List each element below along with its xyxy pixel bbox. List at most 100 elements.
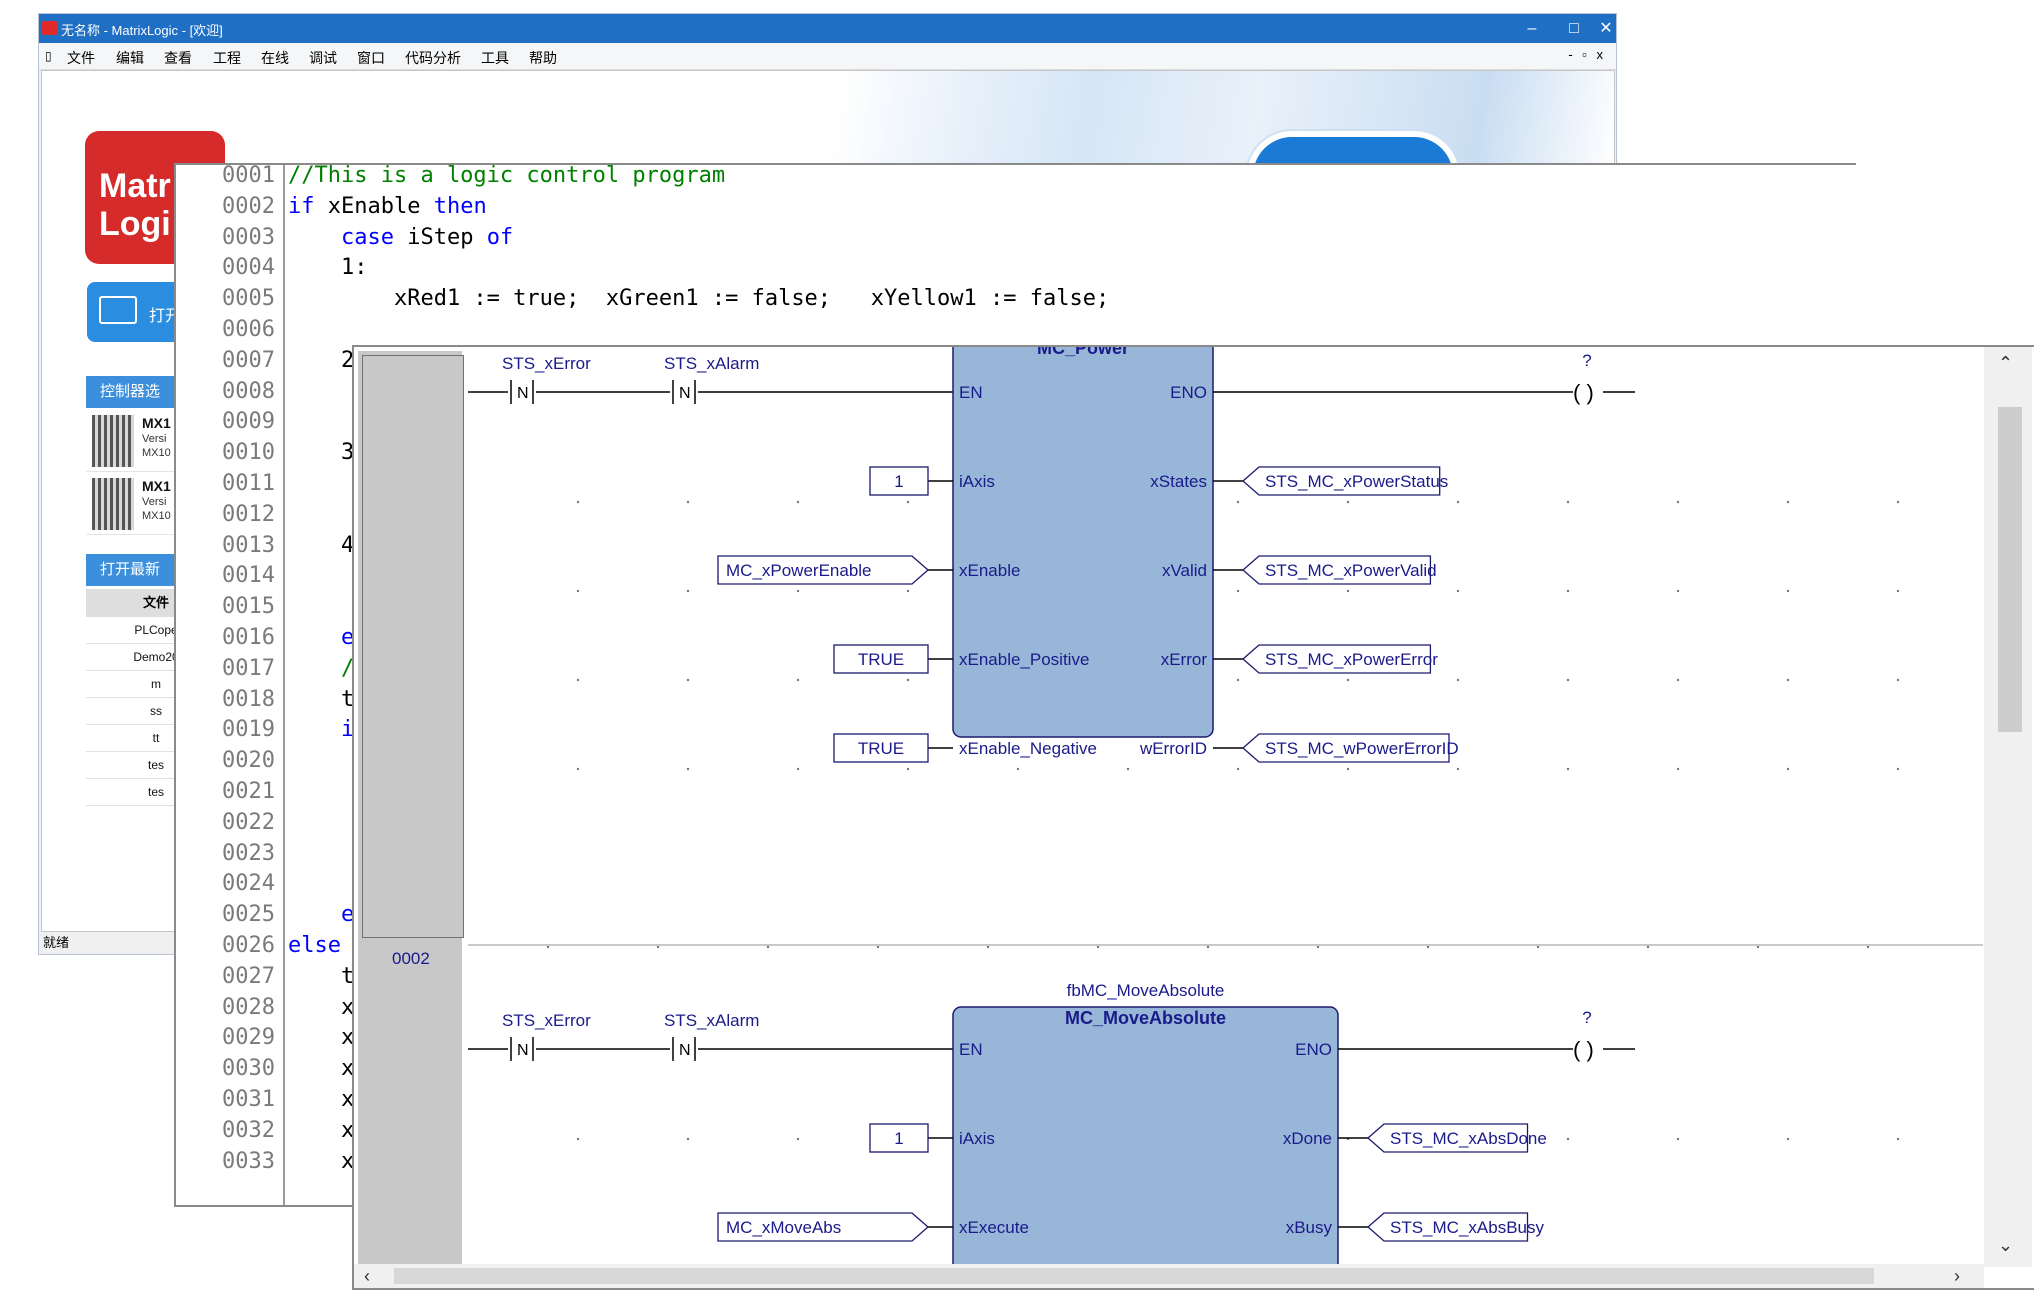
code-line[interactable]: / <box>288 654 354 684</box>
code-line[interactable]: x <box>288 993 354 1023</box>
vertical-scroll-thumb[interactable] <box>1998 407 2022 732</box>
grid-dot <box>1566 678 1570 682</box>
line-number: 0001 <box>222 163 275 188</box>
menu-help[interactable]: 帮助 <box>529 48 557 68</box>
grid-dot <box>1456 767 1460 771</box>
function-block[interactable] <box>952 347 1214 738</box>
grid-dot <box>1566 500 1570 504</box>
restore-button[interactable]: □ <box>1553 16 1595 41</box>
line-number: 0024 <box>222 871 275 897</box>
code-line[interactable]: 4 <box>288 531 354 561</box>
mdi-window-controls[interactable]: - ▫ x <box>1568 47 1606 62</box>
code-line[interactable]: if xEnable then <box>288 192 487 222</box>
grid-dot <box>576 1137 580 1141</box>
grid-dot <box>686 678 690 682</box>
code-line[interactable]: 1: <box>288 253 368 283</box>
network-1-marker[interactable] <box>362 355 464 938</box>
scroll-down-icon[interactable]: ⌄ <box>1998 1235 2013 1256</box>
grid-dot <box>656 945 660 949</box>
scroll-up-icon[interactable]: ⌃ <box>1998 353 2013 374</box>
code-line[interactable]: x <box>288 1054 354 1084</box>
code-text: x <box>288 994 355 1020</box>
contact-variable: STS_xError <box>502 354 591 373</box>
menu-view[interactable]: 查看 <box>164 48 192 68</box>
menu-app-icon[interactable]: ▯ <box>45 49 52 63</box>
code-comment: //This is a logic control program <box>288 163 726 188</box>
code-line[interactable]: i <box>288 715 354 745</box>
line-number: 0014 <box>222 563 275 589</box>
code-line[interactable]: x <box>288 1085 354 1115</box>
title-bar[interactable]: 无名称 - MatrixLogic - [欢迎] – □ ✕ <box>39 14 1616 43</box>
code-line[interactable]: x <box>288 1116 354 1146</box>
network-gutter: 0002 <box>358 351 464 1286</box>
block-output-pin: ENO <box>1295 1040 1332 1059</box>
output-variable: STS_MC_wPowerErrorID <box>1265 739 1459 758</box>
code-line[interactable]: else <box>288 931 354 961</box>
code-line[interactable]: 2 <box>288 346 354 376</box>
grid-dot <box>796 500 800 504</box>
menu-tools[interactable]: 工具 <box>481 48 509 68</box>
grid-dot <box>1346 589 1350 593</box>
grid-dot <box>1566 589 1570 593</box>
block-output-pin: ENO <box>1170 383 1207 402</box>
line-number: 0033 <box>222 1148 275 1174</box>
block-output-pin: xBusy <box>1286 1218 1333 1237</box>
code-line[interactable]: t <box>288 685 354 715</box>
horizontal-scrollbar[interactable]: ‹ › <box>354 1264 1984 1288</box>
code-keyword: then <box>433 193 487 219</box>
line-number: 0015 <box>222 594 275 620</box>
grid-dot <box>1346 678 1350 682</box>
code-keyword: e <box>288 625 355 650</box>
code-line[interactable]: xRed1 := true; xGreen1 := false; xYellow… <box>288 284 1109 314</box>
horizontal-scroll-thumb[interactable] <box>394 1268 1874 1284</box>
minimize-button[interactable]: – <box>1511 16 1553 41</box>
menu-debug[interactable]: 调试 <box>309 48 337 68</box>
fbd-diagram[interactable]: N STS_xError N STS_xAlarm MC_Power EN iAxis xEn… <box>468 347 1983 1267</box>
menu-edit[interactable]: 编辑 <box>116 48 144 68</box>
code-line[interactable]: e <box>288 623 354 653</box>
code-text: x <box>288 1117 355 1143</box>
menu-online[interactable]: 在线 <box>261 48 289 68</box>
code-line[interactable]: x <box>288 1147 354 1177</box>
line-number: 0022 <box>222 809 275 835</box>
grid-dot <box>1126 767 1130 771</box>
code-keyword: if <box>288 193 315 219</box>
code-text: x <box>288 1087 355 1112</box>
vertical-scrollbar[interactable]: ⌃ ⌄ <box>1984 347 2032 1267</box>
grid-dot <box>1536 945 1540 949</box>
grid-dot <box>576 500 580 504</box>
grid-dot <box>1456 589 1460 593</box>
line-number: 0020 <box>222 748 275 774</box>
fbd-editor[interactable]: 0002 N STS_xError N STS_xAlarm MC_Power EN iAx… <box>352 345 2034 1290</box>
grid-dot <box>1896 1137 1900 1141</box>
code-line[interactable]: //This is a logic control program <box>288 163 726 191</box>
fbd-canvas[interactable]: N STS_xError N STS_xAlarm MC_Power EN iAxis xEn… <box>468 347 1983 1267</box>
grid-dot <box>876 945 880 949</box>
code-line[interactable]: 3 <box>288 438 354 468</box>
code-line[interactable]: e <box>288 900 354 930</box>
window-title: 无名称 - MatrixLogic - [欢迎] <box>61 23 223 38</box>
code-line[interactable]: x <box>288 1023 354 1053</box>
menu-project[interactable]: 工程 <box>213 48 241 68</box>
code-text: x <box>288 1148 355 1174</box>
scroll-left-icon[interactable]: ‹ <box>364 1266 370 1287</box>
grid-dot <box>1676 678 1680 682</box>
grid-dot <box>1866 945 1870 949</box>
block-input-pin: iAxis <box>959 472 995 491</box>
code-line[interactable]: t <box>288 962 354 992</box>
code-line[interactable]: case iStep of <box>288 223 513 253</box>
menu-file[interactable]: 文件 <box>67 48 95 68</box>
grid-dot <box>1346 500 1350 504</box>
line-number: 0002 <box>222 193 275 219</box>
menu-window[interactable]: 窗口 <box>357 48 385 68</box>
block-input-pin: iAxis <box>959 1129 995 1148</box>
code-text: 1: <box>288 255 368 281</box>
grid-dot <box>1896 589 1900 593</box>
code-text: 2 <box>288 347 355 373</box>
menu-code-analysis[interactable]: 代码分析 <box>405 48 461 68</box>
close-button[interactable]: ✕ <box>1595 16 1617 41</box>
code-text: x <box>288 1025 355 1051</box>
code-text: 3 <box>288 440 355 466</box>
scroll-right-icon[interactable]: › <box>1954 1266 1960 1287</box>
